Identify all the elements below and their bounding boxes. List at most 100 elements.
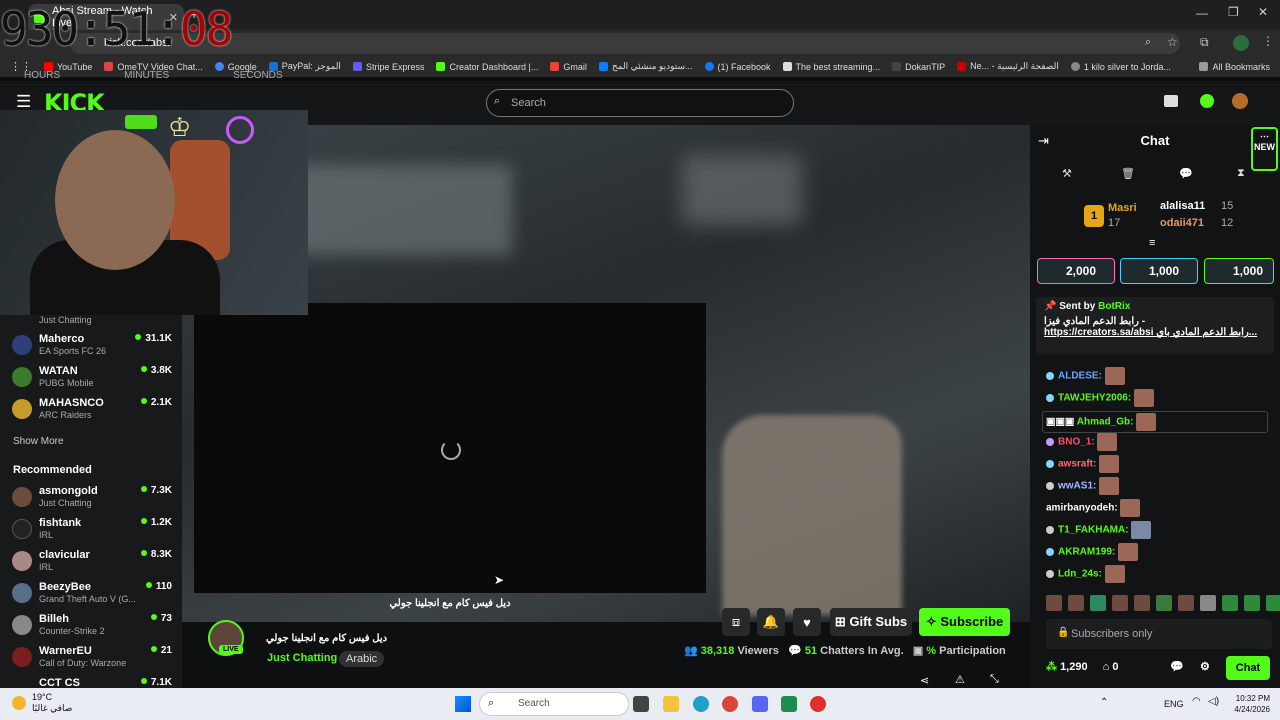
chat-username[interactable]: amirbanyodeh: (1046, 503, 1118, 514)
gift-goal-pill[interactable]: 2,000 (1037, 258, 1115, 284)
user-avatar[interactable] (1232, 93, 1248, 109)
bookmark-home[interactable]: Ne... - الصفحة الرئيسية (957, 61, 1059, 72)
sidebar-channel[interactable]: Billeh Counter-Strike 2 73 (12, 613, 176, 645)
sidebar-channel[interactable]: fishtank IRL 1.2K (12, 517, 176, 549)
kick-k-icon[interactable] (1200, 94, 1214, 108)
emote-icon[interactable] (1046, 595, 1062, 611)
chat-menu-button[interactable]: ⋯ NEW (1251, 127, 1278, 171)
volume-icon[interactable]: ◁) (1208, 696, 1219, 707)
obs-icon[interactable] (810, 696, 826, 712)
chat-message[interactable]: Ldn_24s: (1046, 565, 1125, 583)
taskbar-clock[interactable]: 10:32 PM 4/24/2026 (1234, 693, 1270, 715)
chat-username[interactable]: awsraft: (1058, 459, 1096, 470)
bookmark-star-icon[interactable]: ☆ (1167, 35, 1178, 49)
sidebar-channel[interactable]: BeezyBee Grand Theft Auto V (G... 110 (12, 581, 176, 613)
extensions-icon[interactable]: ⧉ (1200, 35, 1209, 50)
file-explorer-icon[interactable] (663, 696, 679, 712)
expand-leaderboard-icon[interactable]: ≡ (1149, 237, 1155, 249)
emote-icon[interactable] (1090, 595, 1106, 611)
bookmark-best-streaming[interactable]: The best streaming... (782, 62, 880, 72)
browser-menu-icon[interactable]: ⋮ (1262, 34, 1274, 48)
chat-username[interactable]: ALDESE: (1058, 371, 1102, 382)
emote-icon[interactable] (1156, 595, 1172, 611)
chat-username[interactable]: Ldn_24s: (1058, 569, 1102, 580)
report-icon[interactable]: ⚠ (955, 673, 965, 686)
wifi-icon[interactable]: ◠ (1192, 696, 1201, 707)
taskbar-search[interactable]: Search (479, 692, 629, 716)
search-input[interactable]: Search (486, 89, 794, 117)
sidebar-channel[interactable]: CCT CS 7.1K (12, 677, 176, 688)
sidebar-channel[interactable]: asmongold Just Chatting 7.3K (12, 485, 176, 517)
emote-icon[interactable] (1134, 595, 1150, 611)
chat-settings-bubble-icon[interactable]: 💬 (1179, 167, 1193, 180)
all-bookmarks[interactable]: All Bookmarks (1199, 62, 1270, 72)
discord-icon[interactable] (752, 696, 768, 712)
chat-username[interactable]: wwAS1: (1058, 481, 1096, 492)
url-field[interactable]: kick.com/absi (70, 33, 1180, 54)
follow-button[interactable]: ♥ (793, 608, 821, 636)
task-view-icon[interactable] (633, 696, 649, 712)
bookmark-creator-dashboard[interactable]: Creator Dashboard |... (436, 62, 538, 72)
bookmark-dokantip[interactable]: DokanTIP (892, 62, 945, 72)
settings-gear-icon[interactable]: ⚙ (1200, 660, 1210, 673)
chat-message[interactable]: TAWJEHY2006: (1046, 389, 1154, 407)
bookmark-facebook[interactable]: (1) Facebook (704, 62, 771, 72)
chrome-icon[interactable] (722, 696, 738, 712)
close-window-icon[interactable]: ✕ (1258, 5, 1268, 19)
emote-icon[interactable] (1112, 595, 1128, 611)
chat-message-highlighted[interactable]: ▣▣▣ Ahmad_Gb: (1042, 411, 1268, 433)
clip-button[interactable]: ⧈ (722, 608, 750, 636)
sidebar-channel[interactable]: Maherco EA Sports FC 26 31.1K (12, 333, 176, 365)
emote-icon[interactable] (1068, 595, 1084, 611)
pinned-link[interactable]: https://creators.sa/absi رابط الدعم الما… (1044, 327, 1266, 338)
language-indicator[interactable]: ENG (1164, 699, 1184, 709)
bookmark-studio[interactable]: ستوديو منشئي المح... (598, 61, 693, 72)
emote-icon[interactable] (1266, 595, 1280, 611)
emote-icon[interactable] (1222, 595, 1238, 611)
sidebar-channel[interactable]: MAHASNCO ARC Raiders 2.1K (12, 397, 176, 429)
notification-button[interactable]: 🔔 (757, 608, 785, 636)
gift-subs-button[interactable]: ⊞ Gift Subs (830, 608, 912, 636)
ad-icon[interactable] (1164, 95, 1178, 107)
subscribe-button[interactable]: ✧ Subscribe (919, 608, 1010, 636)
chat-username[interactable]: T1_FAKHAMA: (1058, 525, 1129, 536)
chat-message[interactable]: BNO_1: (1046, 433, 1118, 451)
minimize-icon[interactable]: — (1196, 6, 1208, 20)
share-icon[interactable]: ⋖ (920, 674, 929, 687)
stream-category-link[interactable]: Just Chatting (267, 652, 337, 664)
sidebar-channel[interactable]: WarnerEU Call of Duty: Warzone 21 (12, 645, 176, 677)
edge-icon[interactable] (693, 696, 709, 712)
chat-message[interactable]: awsraft: (1046, 455, 1120, 473)
trash-icon[interactable]: 🗑 (1121, 167, 1135, 180)
chat-username[interactable]: TAWJEHY2006: (1058, 393, 1131, 404)
send-chat-button[interactable]: Chat (1226, 656, 1270, 680)
show-more-link[interactable]: Show More (13, 436, 64, 447)
bookmark-silver[interactable]: 1 kilo silver to Jorda... (1070, 62, 1171, 72)
profile-avatar[interactable] (1233, 35, 1249, 51)
chat-message[interactable]: T1_FAKHAMA: (1046, 521, 1152, 539)
emote-icon[interactable] (1244, 595, 1260, 611)
emote-icon[interactable] (1200, 595, 1216, 611)
chat-message[interactable]: AKRAM199: (1046, 543, 1139, 561)
emote-icon[interactable] (1178, 595, 1194, 611)
maximize-icon[interactable]: ❐ (1228, 5, 1239, 19)
channel-points[interactable]: 1,290 (1060, 661, 1088, 673)
gift-goal-pill[interactable]: 1,000 (1204, 258, 1274, 284)
chat-message[interactable]: ALDESE: (1046, 367, 1125, 385)
windows-start-icon[interactable] (455, 696, 471, 712)
sidebar-channel[interactable]: WATAN PUBG Mobile 3.8K (12, 365, 176, 397)
bookmark-stripe[interactable]: Stripe Express (352, 62, 424, 72)
chat-bubble-icon[interactable]: 💬 (1170, 660, 1184, 673)
language-tag[interactable]: Arabic (339, 651, 385, 667)
tray-chevron-icon[interactable]: ⌃ (1100, 697, 1108, 708)
chat-username[interactable]: BNO_1: (1058, 437, 1095, 448)
mod-hammer-icon[interactable]: ⚒ (1062, 167, 1072, 180)
chat-message[interactable]: amirbanyodeh: (1046, 499, 1141, 517)
weather-widget[interactable]: 19°C صافي غالبًا (14, 692, 72, 714)
hamburger-menu-icon[interactable]: ☰ (16, 92, 31, 112)
chat-username[interactable]: Ahmad_Gb: (1077, 417, 1134, 428)
chat-username[interactable]: AKRAM199: (1058, 547, 1115, 558)
zoom-icon[interactable]: ⌕ (1145, 36, 1151, 49)
theater-mode-icon[interactable]: ⤡ (990, 673, 999, 686)
kick-app-icon[interactable] (781, 696, 797, 712)
